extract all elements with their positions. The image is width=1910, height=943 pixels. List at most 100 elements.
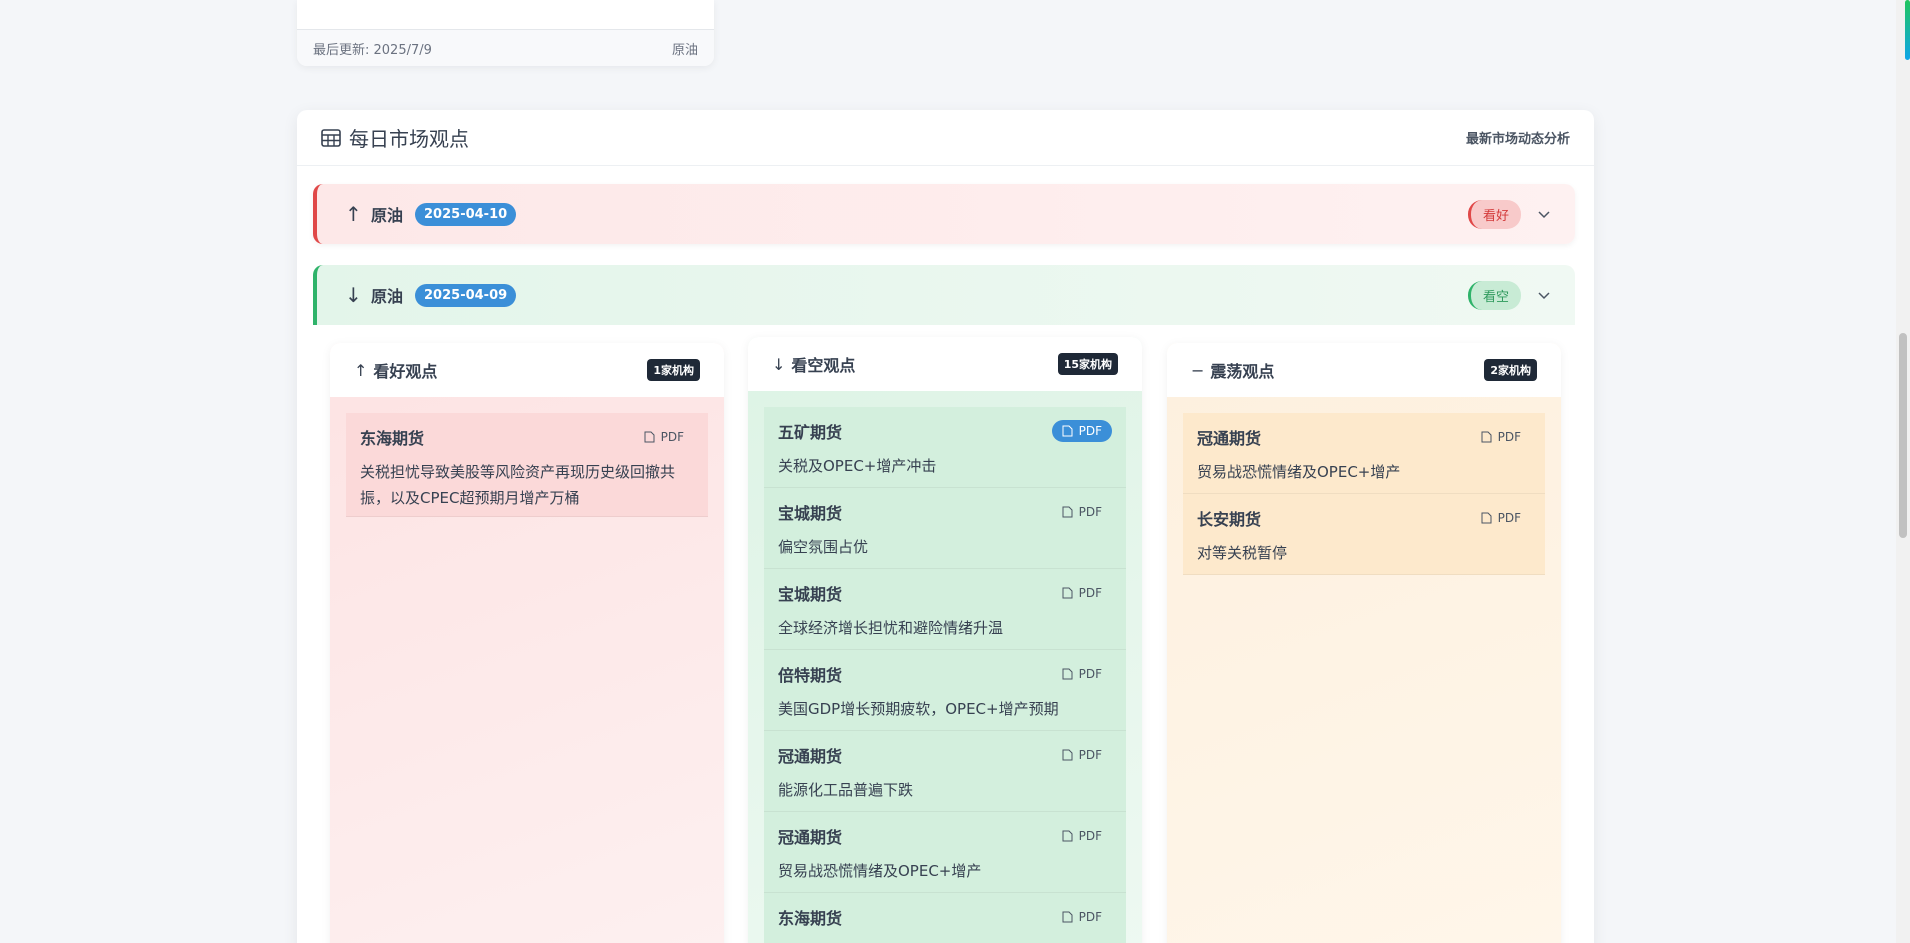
column-header: ↑ 看好观点 1家机构 [330,343,724,397]
pdf-button[interactable]: PDF [1052,501,1112,523]
file-pdf-icon [1062,587,1073,599]
market-views-panel: 每日市场观点 最新市场动态分析 ↑ 原油 2025-04-10 看好 ↓ 原油 … [297,110,1594,943]
commodity-name: 原油 [371,206,404,225]
last-updated: 最后更新: 2025/7/9 [313,42,432,58]
institution-count-badge: 2家机构 [1484,359,1537,381]
column-title: ↓ 看空观点 [772,352,855,376]
institution-name: 东海期货 [778,909,843,928]
pdf-label: PDF [1078,748,1102,762]
pdf-button[interactable]: PDF [1471,507,1531,529]
scrollbar-thumb[interactable] [1899,333,1907,538]
view-text: 全球经济增长担忧和避险情绪升温 [778,619,1004,637]
arrow-down-icon: ↓ [772,354,786,374]
institution-name: 长安期货 [1197,510,1262,529]
pdf-label: PDF [660,430,684,444]
file-pdf-icon [1062,911,1073,923]
pdf-label: PDF [1078,586,1102,600]
bearish-column: ↓ 看空观点 15家机构 五矿期货 PDF 关税及OPEC+增产冲击 宝城期货 P… [748,337,1142,943]
pdf-label: PDF [1078,829,1102,843]
list-item: 长安期货 PDF 对等关税暂停 [1183,494,1545,575]
file-pdf-icon [1062,668,1073,680]
pdf-label: PDF [1078,667,1102,681]
view-text: 关税担忧导致美股等风险资产再现历史级回撤共振，以及CPEC超预期月增产万桶 [360,463,676,507]
pdf-label: PDF [1078,505,1102,519]
pdf-button[interactable]: PDF [1052,825,1112,847]
list-item: 东海期货 PDF [764,893,1126,943]
list-item: 宝城期货 PDF 全球经济增长担忧和避险情绪升温 [764,569,1126,650]
arrow-down-icon: ↓ [345,283,362,307]
view-text: 能源化工品普遍下跌 [778,781,914,799]
pdf-button[interactable]: PDF [1471,426,1531,448]
institution-name: 冠通期货 [778,828,843,847]
file-pdf-icon [644,431,655,443]
pdf-label: PDF [1078,910,1102,924]
pdf-button[interactable]: PDF [1051,420,1112,442]
institution-name: 宝城期货 [778,504,843,523]
list-item: 东海期货 PDF 关税担忧导致美股等风险资产再现历史级回撤共振，以及CPEC超预… [346,413,708,517]
file-pdf-icon [1062,749,1073,761]
panel-header: 每日市场观点 最新市场动态分析 [297,110,1594,166]
view-text: 贸易战恐慌情绪及OPEC+增产 [1197,463,1401,481]
arrow-up-icon: ↑ [345,202,362,226]
chevron-down-icon[interactable] [1537,207,1551,221]
column-header: − 震荡观点 2家机构 [1167,343,1561,397]
view-row-bullish[interactable]: ↑ 原油 2025-04-10 看好 [313,184,1575,244]
institution-name: 冠通期货 [1197,429,1262,448]
pdf-button[interactable]: PDF [1052,744,1112,766]
list-item: 冠通期货 PDF 能源化工品普遍下跌 [764,731,1126,812]
commodity-name: 原油 [371,287,404,306]
institution-count-badge: 15家机构 [1057,353,1118,375]
file-pdf-icon [1062,830,1073,842]
column-title: − 震荡观点 [1191,358,1274,382]
list-item: 冠通期货 PDF 贸易战恐慌情绪及OPEC+增产 [1183,413,1545,494]
institution-count-badge: 1家机构 [647,359,700,381]
view-text: 美国GDP增长预期疲软，OPEC+增产预期 [778,700,1059,718]
date-badge: 2025-04-10 [415,202,517,226]
pdf-label: PDF [1497,511,1521,525]
previous-card-footer: 最后更新: 2025/7/9 原油 [297,30,714,66]
institution-name: 五矿期货 [778,423,843,442]
bullish-column: ↑ 看好观点 1家机构 东海期货 PDF 关税担忧导致美股等风险资产再现历史级回撤… [330,343,724,943]
pdf-label: PDF [1497,430,1521,444]
sentiment-badge: 看好 [1467,199,1521,229]
pdf-button[interactable]: PDF [1052,906,1112,928]
column-title-text: 看好观点 [373,362,438,381]
list-item: 宝城期货 PDF 偏空氛围占优 [764,488,1126,569]
previous-card-body [297,0,714,30]
institution-name: 冠通期货 [778,747,843,766]
panel-title: 每日市场观点 [321,123,469,152]
institution-name: 倍特期货 [778,666,843,685]
minus-icon: − [1191,360,1205,380]
panel-subtitle: 最新市场动态分析 [1465,132,1570,147]
pdf-button[interactable]: PDF [1052,582,1112,604]
institution-name: 东海期货 [360,429,425,448]
view-text: 对等关税暂停 [1197,544,1288,562]
view-text: 贸易战恐慌情绪及OPEC+增产 [778,862,982,880]
column-title-text: 震荡观点 [1210,362,1275,381]
column-title-text: 看空观点 [791,356,856,375]
institution-name: 宝城期货 [778,585,843,604]
file-pdf-icon [1481,431,1492,443]
date-badge: 2025-04-09 [415,283,517,307]
view-text: 关税及OPEC+增产冲击 [778,457,937,475]
column-header: ↓ 看空观点 15家机构 [748,337,1142,391]
category-label: 原油 [671,42,698,58]
table-icon [321,128,341,147]
pdf-button[interactable]: PDF [1052,663,1112,685]
list-item: 倍特期货 PDF 美国GDP增长预期疲软，OPEC+增产预期 [764,650,1126,731]
sentiment-badge: 看空 [1467,280,1521,310]
chevron-down-icon[interactable] [1537,288,1551,302]
list-item: 冠通期货 PDF 贸易战恐慌情绪及OPEC+增产 [764,812,1126,893]
file-pdf-icon [1062,506,1073,518]
pdf-button[interactable]: PDF [634,426,694,448]
scroll-accent [1905,0,1910,60]
arrow-up-icon: ↑ [354,360,368,380]
pdf-label: PDF [1078,424,1102,438]
panel-title-text: 每日市场观点 [349,127,469,151]
view-row-bearish[interactable]: ↓ 原油 2025-04-09 看空 [313,265,1575,325]
list-item: 五矿期货 PDF 关税及OPEC+增产冲击 [764,407,1126,488]
file-pdf-icon [1062,425,1073,437]
column-title: ↑ 看好观点 [354,358,437,382]
scrollbar[interactable] [1896,0,1910,943]
file-pdf-icon [1481,512,1492,524]
